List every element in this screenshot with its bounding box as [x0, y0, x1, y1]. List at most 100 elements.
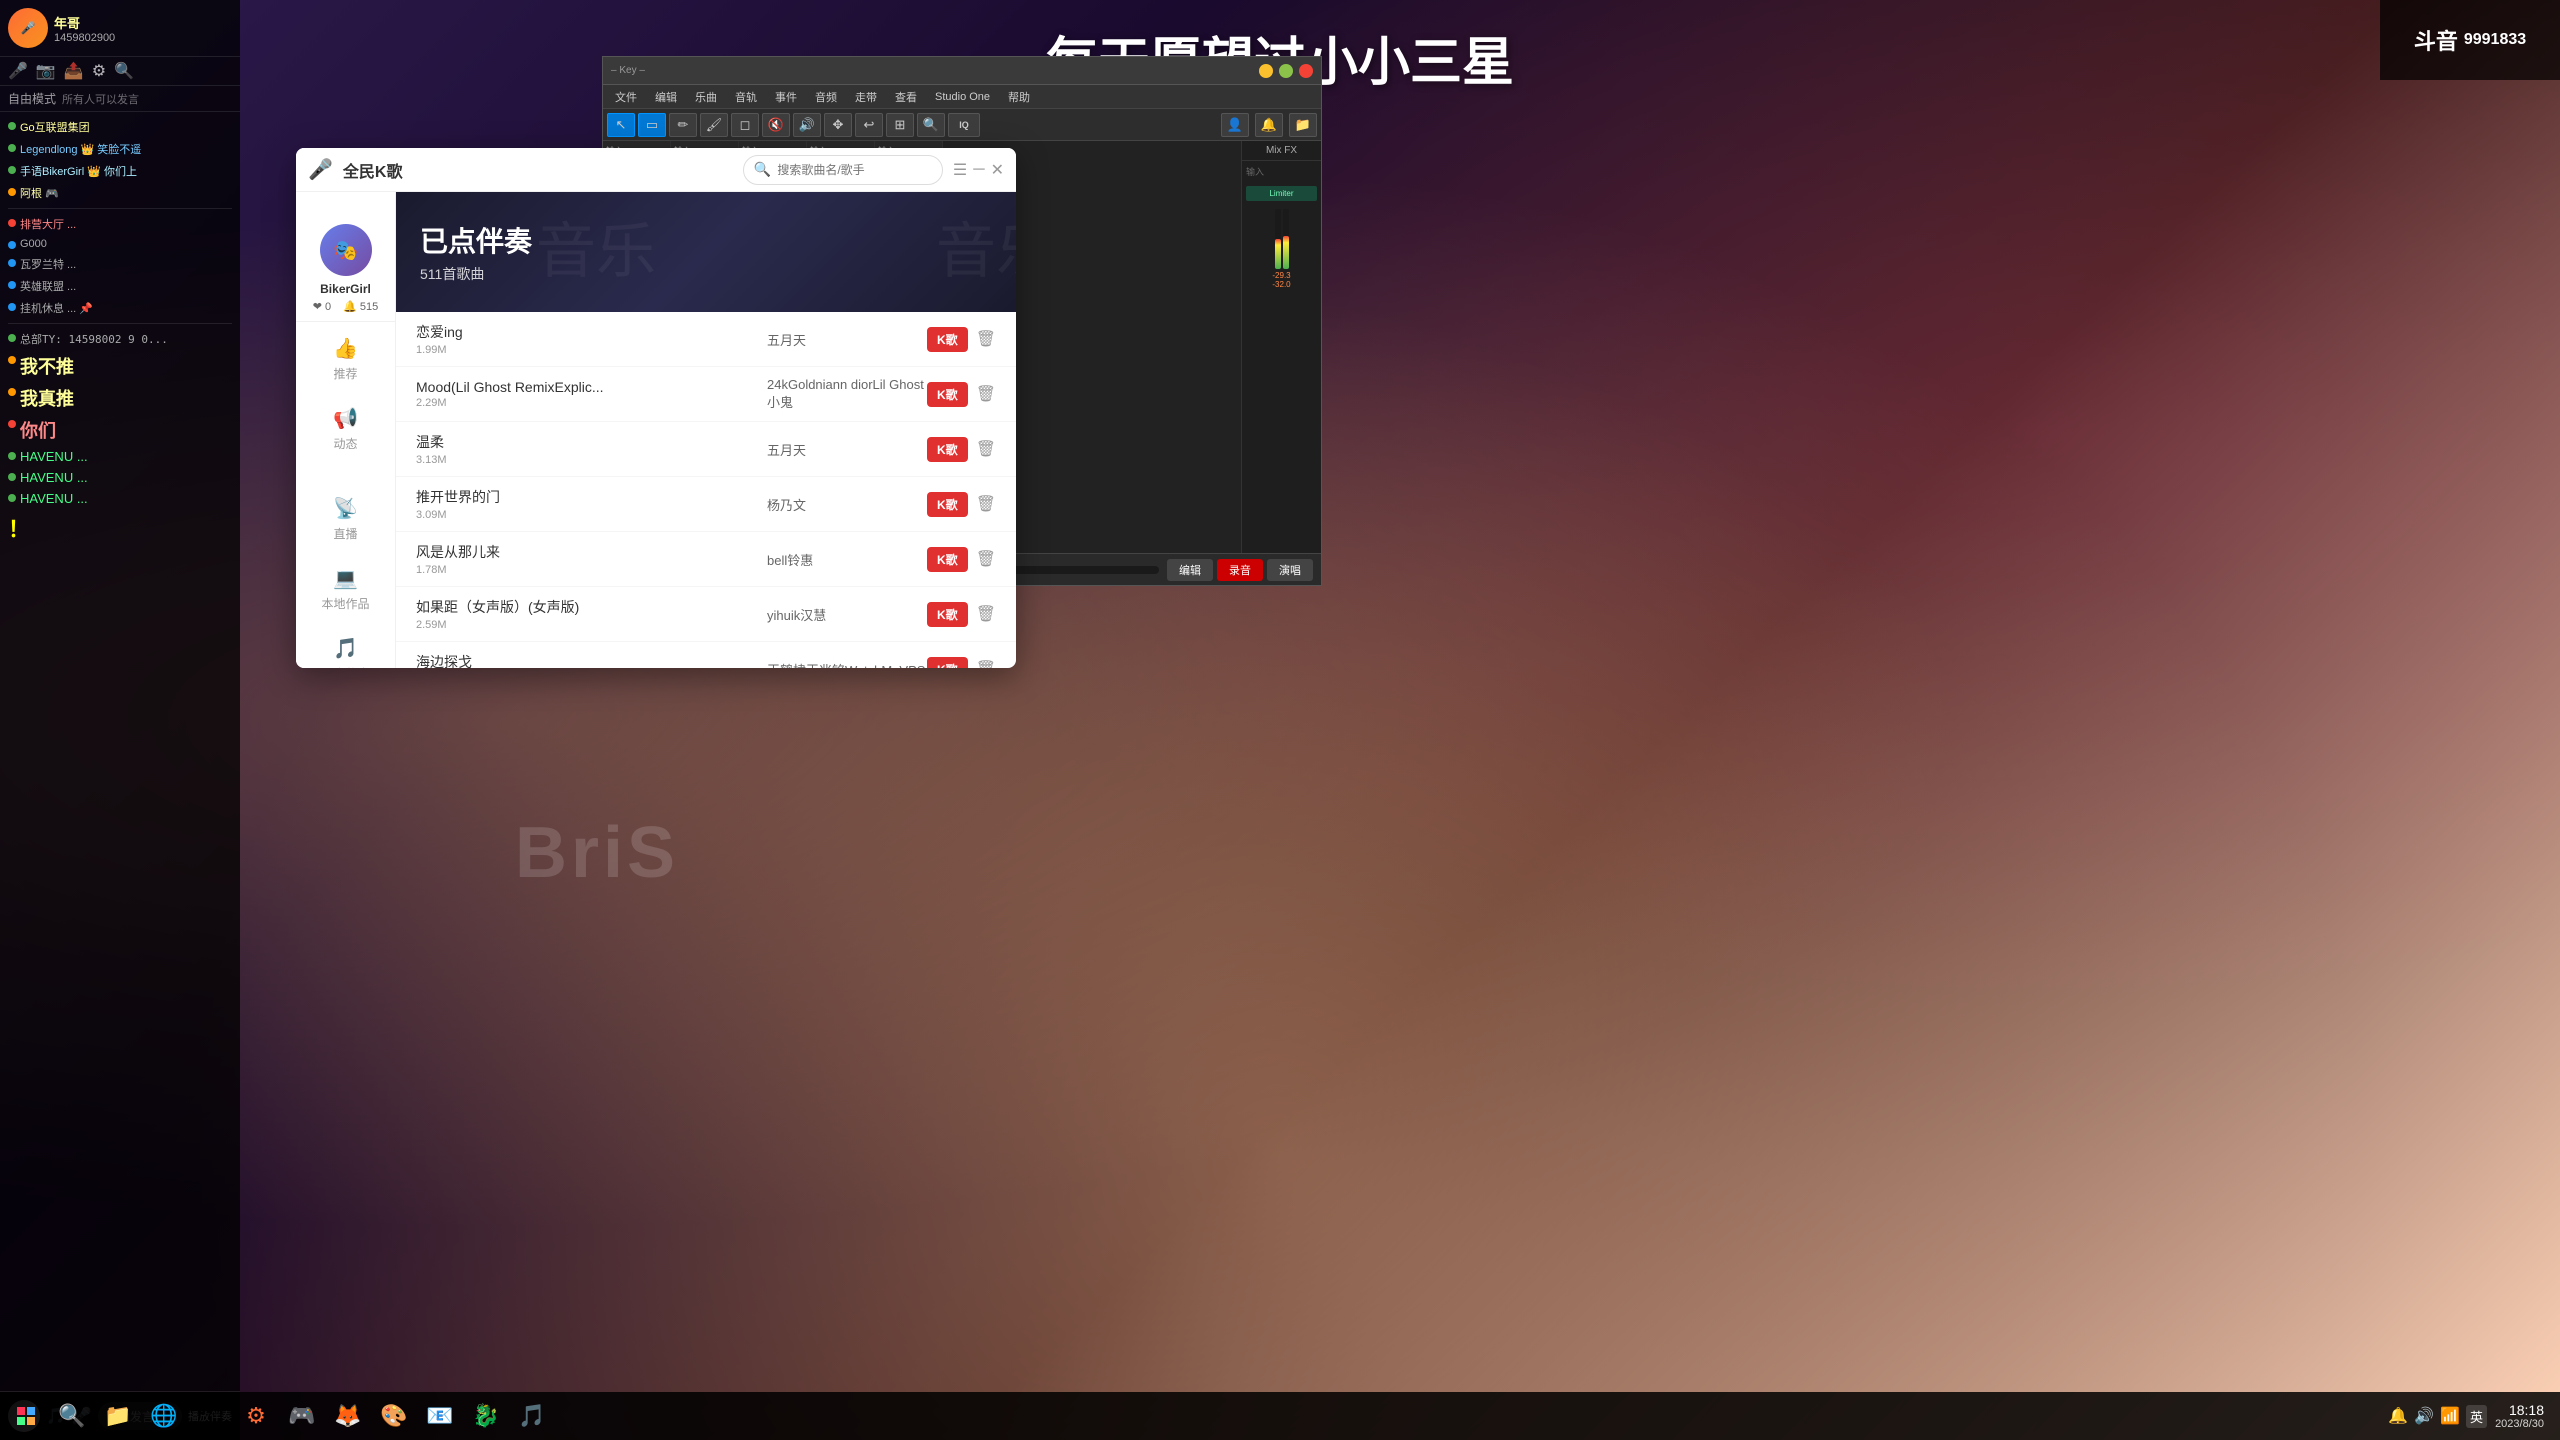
minimize-button[interactable]	[1259, 64, 1273, 78]
song-actions-5[interactable]: K歌 🗑	[927, 547, 996, 572]
tool-snap[interactable]: ⊞	[886, 113, 914, 137]
close-button[interactable]	[1299, 64, 1313, 78]
sidebar-item-activity[interactable]: 📢 动态	[296, 396, 395, 462]
taskbar-mail[interactable]: 📧	[418, 1394, 462, 1438]
k-button-7[interactable]: K歌	[927, 657, 968, 669]
tool-brush[interactable]: 🖌	[700, 113, 728, 137]
taskbar-settings-app[interactable]: ⚙	[234, 1394, 278, 1438]
transport-record-btn[interactable]: 录音	[1217, 559, 1263, 581]
notification-icon[interactable]: 🔔	[2388, 1406, 2408, 1426]
tool-user[interactable]: 👤	[1221, 113, 1249, 137]
table-row[interactable]: 温柔 3.13M 五月天 K歌 🗑	[396, 422, 1016, 477]
taskbar-firefox[interactable]: 🦊	[326, 1394, 370, 1438]
taskbar-game[interactable]: 🎮	[280, 1394, 324, 1438]
menu-studio-one[interactable]: Studio One	[927, 89, 998, 105]
minimize-icon[interactable]: ─	[973, 161, 984, 179]
tool-pencil[interactable]: ✏	[669, 113, 697, 137]
tool-mute[interactable]: 🔇	[762, 113, 790, 137]
song-actions-4[interactable]: K歌 🗑	[927, 492, 996, 517]
delete-button-2[interactable]: 🗑	[976, 384, 996, 404]
taskbar-search[interactable]: 🔍	[50, 1394, 94, 1438]
volume-icon[interactable]: 🔊	[2414, 1406, 2434, 1426]
menu-view[interactable]: 查看	[887, 87, 925, 107]
song-actions-3[interactable]: K歌 🗑	[927, 437, 996, 462]
song-actions-7[interactable]: K歌 🗑	[927, 657, 996, 669]
taskbar-browser[interactable]: 🌐	[142, 1394, 186, 1438]
search-input[interactable]	[777, 163, 932, 177]
taskbar-app2[interactable]: 🎵	[510, 1394, 554, 1438]
menu-event[interactable]: 事件	[767, 87, 805, 107]
k-button-2[interactable]: K歌	[927, 382, 968, 407]
menu-transport[interactable]: 走带	[847, 87, 885, 107]
menu-icon[interactable]: ☰	[953, 160, 967, 180]
k-button-1[interactable]: K歌	[927, 327, 968, 352]
limiter-plugin[interactable]: Limiter	[1246, 186, 1317, 201]
mic-icon[interactable]: 🎤	[8, 61, 28, 81]
menu-help[interactable]: 帮助	[1000, 87, 1038, 107]
daw-menubar[interactable]: 文件 编辑 乐曲 音轨 事件 音频 走带 查看 Studio One 帮助	[603, 85, 1321, 109]
transport-play-btn[interactable]: 演唱	[1267, 559, 1313, 581]
delete-button-7[interactable]: 🗑	[976, 659, 996, 668]
transport-buttons[interactable]: 编辑 录音 演唱	[1167, 559, 1313, 581]
delete-button-4[interactable]: 🗑	[976, 494, 996, 514]
search-chat-icon[interactable]: 🔍	[114, 61, 134, 81]
share-icon[interactable]: 📤	[64, 61, 84, 81]
delete-button-5[interactable]: 🗑	[976, 549, 996, 569]
song-actions-1[interactable]: K歌 🗑	[927, 327, 996, 352]
table-row[interactable]: 推开世界的门 3.09M 杨乃文 K歌 🗑	[396, 477, 1016, 532]
tool-zoom[interactable]: 🔍	[917, 113, 945, 137]
taskbar-clock[interactable]: 18:18 2023/8/30	[2495, 1402, 2544, 1430]
tool-select[interactable]: ▭	[638, 113, 666, 137]
k-button-5[interactable]: K歌	[927, 547, 968, 572]
taskbar-paint[interactable]: 🎨	[372, 1394, 416, 1438]
tool-loop[interactable]: ↩	[855, 113, 883, 137]
delete-button-1[interactable]: 🗑	[976, 329, 996, 349]
menu-song[interactable]: 乐曲	[687, 87, 725, 107]
table-row[interactable]: 如果距（女声版）(女声版) 2.59M yihuik汉慧 K歌 🗑	[396, 587, 1016, 642]
keyboard-icon[interactable]: 英	[2466, 1405, 2487, 1428]
song-actions-2[interactable]: K歌 🗑	[927, 382, 996, 407]
delete-button-3[interactable]: 🗑	[976, 439, 996, 459]
song-actions-6[interactable]: K歌 🗑	[927, 602, 996, 627]
k-button-4[interactable]: K歌	[927, 492, 968, 517]
karaoke-search-box[interactable]: 🔍	[743, 155, 943, 185]
k-button-3[interactable]: K歌	[927, 437, 968, 462]
tool-arrow[interactable]: ↖	[607, 113, 635, 137]
daw-toolbar[interactable]: ↖ ▭ ✏ 🖌 ◻ 🔇 🔊 ✥ ↩ ⊞ 🔍 IQ 👤 🔔 📁	[603, 109, 1321, 141]
restore-button[interactable]	[1279, 64, 1293, 78]
sidebar-item-recommend[interactable]: 👍 推荐	[296, 326, 395, 392]
tool-bell[interactable]: 🔔	[1255, 113, 1283, 137]
camera-icon[interactable]: 📷	[36, 61, 56, 81]
tool-iq[interactable]: IQ	[948, 113, 980, 137]
close-icon[interactable]: ✕	[991, 160, 1004, 180]
network-icon[interactable]: 📶	[2440, 1406, 2460, 1426]
menu-track[interactable]: 音轨	[727, 87, 765, 107]
karaoke-window-controls[interactable]: ☰ ─ ✕	[953, 160, 1004, 180]
tool-folder[interactable]: 📁	[1289, 113, 1317, 137]
chat-filter[interactable]: 自由模式 所有人可以发言	[0, 86, 240, 112]
table-row[interactable]: Mood(Lil Ghost RemixExplic... 2.29M 24kG…	[396, 367, 1016, 422]
chat-panel-icons[interactable]: 🎤 📷 📤 ⚙ 🔍	[0, 57, 240, 86]
system-icons[interactable]: 🔔 🔊 📶 英	[2388, 1405, 2487, 1428]
settings-icon[interactable]: ⚙	[92, 61, 106, 81]
start-button[interactable]	[4, 1394, 48, 1438]
sidebar-item-live[interactable]: 📡 直播	[296, 486, 395, 552]
taskbar-game2[interactable]: 🐉	[464, 1394, 508, 1438]
k-button-6[interactable]: K歌	[927, 602, 968, 627]
transport-edit-btn[interactable]: 编辑	[1167, 559, 1213, 581]
tool-erase[interactable]: ◻	[731, 113, 759, 137]
table-row[interactable]: 海边探戈 2.17M 王鹤棣王兆铭WatchMeVPS K歌 🗑	[396, 642, 1016, 668]
table-row[interactable]: 恋爱ing 1.99M 五月天 K歌 🗑	[396, 312, 1016, 367]
sidebar-item-local[interactable]: 💻 本地作品	[296, 556, 395, 622]
taskbar-files[interactable]: 🗂	[188, 1394, 232, 1438]
taskbar-explorer[interactable]: 📁	[96, 1394, 140, 1438]
tool-move[interactable]: ✥	[824, 113, 852, 137]
table-row[interactable]: 风是从那儿来 1.78M bell铃惠 K歌 🗑	[396, 532, 1016, 587]
delete-button-6[interactable]: 🗑	[976, 604, 996, 624]
menu-edit[interactable]: 编辑	[647, 87, 685, 107]
sidebar-item-queued[interactable]: 🎵 已点伴奏	[296, 626, 395, 668]
menu-audio[interactable]: 音频	[807, 87, 845, 107]
menu-file[interactable]: 文件	[607, 87, 645, 107]
tool-listen[interactable]: 🔊	[793, 113, 821, 137]
daw-window-controls[interactable]	[1259, 64, 1313, 78]
